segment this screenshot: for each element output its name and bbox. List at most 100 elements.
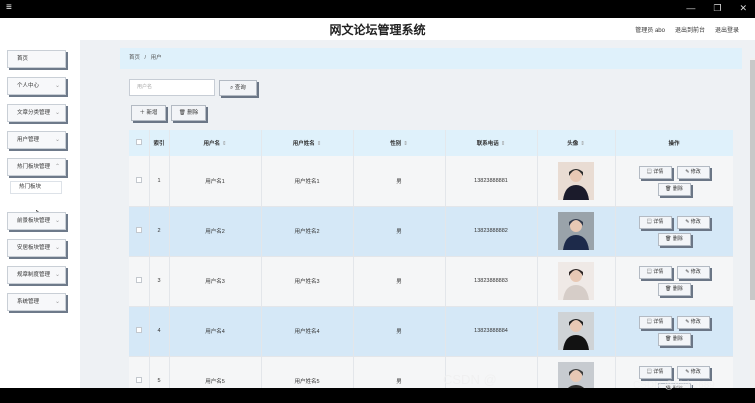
avatar[interactable] [558, 212, 594, 250]
sidebar-item-home[interactable]: 首页 [7, 50, 66, 68]
minimize-icon[interactable]: — [686, 3, 695, 13]
page-header: 网文论坛管理系统 管理员 abo 退出到前台 退出登录 [0, 18, 755, 40]
admin-label: 管理员 abo [635, 28, 665, 34]
row-checkbox[interactable] [135, 327, 142, 333]
cell-username: 用户名3 [169, 256, 262, 307]
delete-button-label: 删除 [187, 110, 199, 116]
watermark-corner: CSDN @bishe689 [633, 380, 715, 391]
detail-button[interactable]: ▤ 详情 [638, 165, 672, 179]
detail-button[interactable]: ▤ 详情 [638, 366, 672, 379]
scrollbar-thumb[interactable] [750, 60, 755, 300]
trash-icon: 🗑 [665, 336, 673, 342]
submenu-item-hot-board[interactable]: 热门板块 [10, 181, 62, 194]
main-content: 首页 / 用户 用户名 ⌕ 查询 ＋ 新增 🗑 删除 索引 用户名 ⇕ 用户姓名… [120, 48, 742, 388]
row-checkbox[interactable] [135, 377, 142, 383]
goto-frontend-link[interactable]: 退出到前台 [675, 25, 705, 34]
detail-button[interactable]: ▤ 详情 [638, 316, 672, 329]
bulk-delete-button[interactable]: 🗑 删除 [171, 105, 206, 121]
logout-link[interactable]: 退出登录 [715, 25, 739, 34]
sort-icon[interactable]: ⇕ [403, 141, 408, 147]
avatar[interactable] [558, 312, 594, 350]
table-row[interactable]: 1 用户名1 用户姓名1 男 13823888881 ▤ 详情 ✎ 修改 🗑 删除 [129, 156, 733, 207]
app-window: 网文论坛管理系统 管理员 abo 退出到前台 退出登录 首页 个人中心 ⌄ 文章… [0, 18, 755, 388]
cell-avatar [537, 256, 616, 307]
sidebar-item-hot-board[interactable]: 热门板块管理 ⌃ [7, 158, 66, 176]
edit-button[interactable]: ✎ 修改 [676, 165, 710, 179]
cell-name: 用户姓名4 [261, 306, 354, 357]
submenu-item-label: 热门板块 [19, 184, 42, 190]
select-all-cell[interactable] [129, 130, 150, 156]
column-header-label: 用户姓名 [292, 141, 315, 147]
column-header-phone[interactable]: 联系电话 ⇕ [445, 130, 538, 156]
add-button[interactable]: ＋ 新增 [131, 105, 166, 121]
table-row[interactable]: 3 用户名3 用户姓名3 男 13823888883 ▤ 详情 ✎ 修改 🗑 删除 [129, 256, 733, 307]
avatar[interactable] [558, 161, 594, 200]
window-titlebar: ≡ — ❐ ✕ [0, 0, 755, 18]
row-delete-button[interactable]: 🗑 删除 [657, 283, 691, 296]
row-select-cell[interactable] [129, 206, 150, 257]
row-checkbox[interactable] [135, 176, 142, 183]
edit-button[interactable]: ✎ 修改 [676, 316, 710, 329]
table-header-row: 索引 用户名 ⇕ 用户姓名 ⇕ 性别 ⇕ 联系电话 ⇕ 头像 ⇕ 操作 [129, 130, 733, 156]
sidebar-item-rules[interactable]: 规章制度管理 ⌄ [7, 266, 66, 284]
cell-username: 用户名1 [169, 156, 262, 207]
sort-icon[interactable]: ⇕ [580, 141, 585, 147]
row-delete-button[interactable]: 🗑 删除 [657, 233, 691, 246]
plus-icon: ＋ [139, 110, 145, 116]
cell-actions: ▤ 详情 ✎ 修改 🗑 删除 [615, 206, 733, 257]
detail-button[interactable]: ▤ 详情 [638, 266, 672, 279]
sidebar-item-label: 个人中心 [17, 83, 40, 89]
row-select-cell[interactable] [129, 306, 150, 357]
sort-icon[interactable]: ⇕ [501, 141, 506, 147]
trash-icon: 🗑 [665, 185, 673, 192]
row-checkbox[interactable] [135, 227, 142, 233]
close-icon[interactable]: ✕ [739, 3, 747, 13]
sidebar-item-system[interactable]: 系统管理 ⌄ [7, 293, 66, 311]
column-header-gender[interactable]: 性别 ⇕ [353, 130, 446, 156]
sidebar-item-profile[interactable]: 个人中心 ⌄ [7, 77, 66, 95]
chevron-down-icon: ⌄ [54, 137, 60, 143]
row-checkbox[interactable] [135, 277, 142, 283]
menu-icon[interactable]: ≡ [6, 3, 12, 13]
avatar[interactable] [558, 262, 594, 300]
row-select-cell[interactable] [129, 356, 150, 388]
sidebar-item-prospect-board[interactable]: 前景板块管理 ⌄ [7, 212, 66, 230]
row-delete-button[interactable]: 🗑 删除 [657, 182, 691, 196]
video-timestamp: 05:22 [17, 373, 48, 387]
search-button[interactable]: ⌕ 查询 [219, 80, 257, 96]
cell-actions: ▤ 详情 ✎ 修改 🗑 删除 [615, 306, 733, 357]
edit-button[interactable]: ✎ 修改 [676, 366, 710, 379]
column-header-avatar[interactable]: 头像 ⇕ [537, 130, 616, 156]
column-header-name[interactable]: 用户姓名 ⇕ [261, 130, 354, 156]
row-delete-button-label: 删除 [672, 185, 683, 192]
sort-icon[interactable]: ⇕ [317, 141, 322, 147]
column-header-label: 头像 [567, 141, 579, 147]
row-select-cell[interactable] [129, 256, 150, 307]
select-all-checkbox[interactable] [135, 139, 142, 145]
sidebar-item-housing-board[interactable]: 安居板块管理 ⌄ [7, 239, 66, 257]
cell-index: 1 [149, 156, 170, 207]
sidebar-item-users[interactable]: 用户管理 ⌄ [7, 131, 66, 149]
cell-phone: 13823888881 [445, 156, 538, 207]
breadcrumb-home[interactable]: 首页 [129, 55, 140, 61]
edit-button[interactable]: ✎ 修改 [676, 266, 710, 279]
column-header-username[interactable]: 用户名 ⇕ [169, 130, 262, 156]
detail-button[interactable]: ▤ 详情 [638, 216, 672, 229]
chevron-up-icon: ⌃ [54, 164, 60, 170]
row-select-cell[interactable] [129, 156, 150, 207]
sidebar-item-article-category[interactable]: 文章分类管理 ⌄ [7, 104, 66, 122]
edit-button[interactable]: ✎ 修改 [676, 216, 710, 229]
header-links: 管理员 abo 退出到前台 退出登录 [635, 25, 739, 34]
sidebar-item-label: 文章分类管理 [17, 110, 51, 116]
table-row[interactable]: 2 用户名2 用户姓名2 男 13823888882 ▤ 详情 ✎ 修改 🗑 删除 [129, 206, 733, 257]
search-button-label: 查询 [234, 85, 246, 91]
edit-button-label: 修改 [690, 168, 701, 175]
sort-icon[interactable]: ⇕ [222, 141, 227, 147]
trash-icon: 🗑 [665, 236, 673, 242]
avatar[interactable] [558, 362, 594, 388]
row-delete-button[interactable]: 🗑 删除 [657, 333, 691, 346]
username-search-input[interactable]: 用户名 [129, 79, 215, 96]
edit-button-label: 修改 [690, 369, 701, 375]
table-row[interactable]: 4 用户名4 用户姓名4 男 13823888884 ▤ 详情 ✎ 修改 🗑 删除 [129, 306, 733, 357]
maximize-icon[interactable]: ❐ [713, 3, 721, 13]
